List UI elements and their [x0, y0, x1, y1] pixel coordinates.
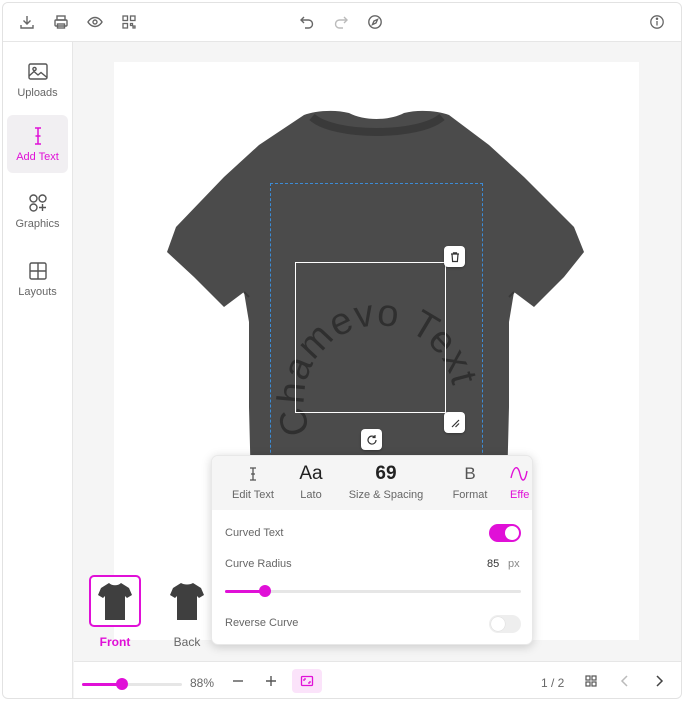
- tab-label: Lato: [300, 489, 322, 501]
- sidebar-item-label: Add Text: [16, 151, 59, 163]
- tab-label: Edit Text: [232, 489, 274, 501]
- text-cursor-icon: [250, 467, 256, 481]
- designer-window: Uploads Add Text Graphics Layouts Chamev…: [2, 2, 682, 699]
- size-glyph: 69: [375, 463, 397, 484]
- rotate-icon: [366, 434, 377, 445]
- qr-code-icon[interactable]: [119, 12, 139, 32]
- tab-size-spacing[interactable]: 69 Size & Spacing: [344, 462, 428, 506]
- chevron-left-icon: [620, 675, 628, 687]
- curve-radius-value: 85: [487, 558, 500, 570]
- plus-icon: [266, 676, 276, 686]
- zoom-in-button[interactable]: [261, 671, 281, 691]
- zoom-slider[interactable]: [82, 678, 182, 690]
- curve-radius-unit: px: [508, 558, 520, 570]
- tab-label: Size & Spacing: [348, 489, 424, 501]
- bottom-bar: 88% 1 / 2: [74, 661, 681, 698]
- grid-layout-icon: [28, 262, 47, 280]
- curve-radius-slider[interactable]: [225, 585, 521, 597]
- fit-screen-icon: [300, 675, 314, 687]
- text-cursor-icon: [34, 127, 41, 145]
- view-label-back[interactable]: Back: [157, 635, 217, 649]
- reverse-curve-toggle[interactable]: [489, 615, 521, 633]
- fit-to-screen-button[interactable]: [292, 669, 322, 693]
- top-toolbar: [3, 3, 681, 42]
- page-indicator: 1 / 2: [541, 676, 565, 690]
- info-icon[interactable]: [647, 12, 667, 32]
- sidebar-item-label: Graphics: [15, 218, 60, 230]
- sidebar-item-label: Layouts: [18, 286, 57, 298]
- tab-edit-text[interactable]: Edit Text: [228, 462, 278, 506]
- print-icon[interactable]: [51, 12, 71, 32]
- preview-eye-icon[interactable]: [85, 12, 105, 32]
- sidebar-item-add-text[interactable]: Add Text: [7, 115, 68, 173]
- curved-text-toggle[interactable]: [489, 524, 521, 542]
- curve-radius-label: Curve Radius: [225, 558, 292, 570]
- zoom-out-button[interactable]: [228, 671, 248, 691]
- pages-grid-button[interactable]: [581, 671, 601, 691]
- text-selection-box[interactable]: [295, 262, 446, 413]
- sidebar-item-layouts[interactable]: Layouts: [7, 250, 68, 308]
- resize-handle[interactable]: [444, 412, 465, 433]
- download-icon[interactable]: [17, 12, 37, 32]
- panel-tabs: Edit Text Aa Lato 69 Size & Spacing B Fo…: [212, 456, 532, 510]
- graphics-shapes-icon: [28, 194, 47, 212]
- bold-glyph: B: [464, 464, 476, 483]
- prev-page-button[interactable]: [615, 671, 635, 691]
- view-label-front[interactable]: Front: [85, 635, 145, 649]
- left-sidebar: Uploads Add Text Graphics Layouts: [3, 42, 73, 698]
- tab-format[interactable]: B Format: [446, 462, 494, 506]
- compass-icon[interactable]: [365, 12, 385, 32]
- rotate-handle[interactable]: [361, 429, 382, 450]
- chevron-right-icon: [656, 675, 664, 687]
- undo-icon[interactable]: [297, 12, 317, 32]
- sidebar-item-graphics[interactable]: Graphics: [7, 182, 68, 240]
- tab-label: Effe: [510, 489, 530, 501]
- grid-icon: [585, 675, 597, 687]
- slider-knob[interactable]: [116, 678, 128, 690]
- text-effects-panel: Edit Text Aa Lato 69 Size & Spacing B Fo…: [211, 455, 533, 645]
- font-glyph: Aa: [299, 463, 323, 484]
- tab-font[interactable]: Aa Lato: [293, 462, 329, 506]
- delete-handle[interactable]: [444, 246, 465, 267]
- tab-label: Format: [452, 489, 488, 501]
- reverse-curve-label: Reverse Curve: [225, 617, 299, 629]
- next-page-button[interactable]: [649, 671, 669, 691]
- trash-icon: [450, 251, 459, 262]
- image-icon: [27, 63, 48, 80]
- sidebar-item-label: Uploads: [17, 87, 58, 99]
- view-front-thumb[interactable]: [89, 575, 141, 627]
- wave-icon: [510, 467, 528, 481]
- tab-effects[interactable]: Effe: [510, 462, 532, 506]
- tshirt-thumb: [170, 583, 204, 620]
- view-back-thumb[interactable]: [161, 575, 213, 627]
- resize-icon: [451, 419, 459, 427]
- zoom-value: 88%: [190, 676, 215, 690]
- sidebar-item-uploads[interactable]: Uploads: [7, 51, 68, 109]
- redo-icon[interactable]: [331, 12, 351, 32]
- minus-icon: [233, 680, 243, 682]
- curved-text-label: Curved Text: [225, 527, 284, 539]
- tshirt-thumb: [98, 583, 132, 620]
- slider-knob[interactable]: [258, 585, 271, 597]
